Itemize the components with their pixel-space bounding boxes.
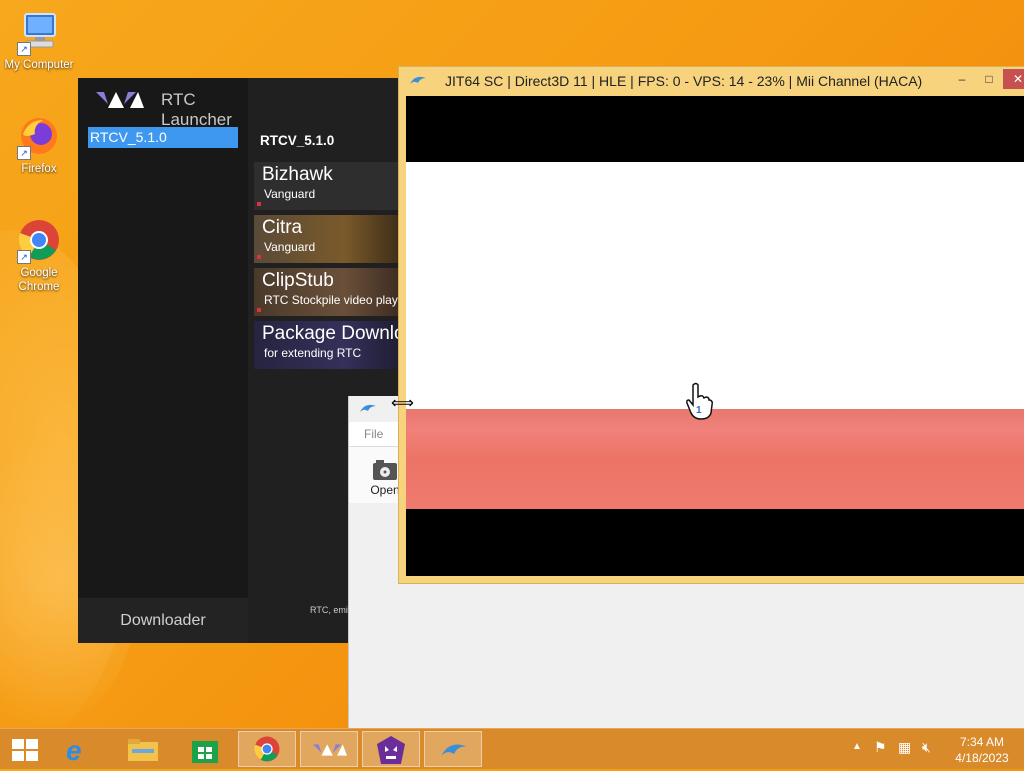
network-icon[interactable]: ▦	[898, 739, 911, 756]
system-tray: ▲ ⚑ ▦ 🔇︎	[850, 729, 945, 769]
desktop-icon-label: Firefox	[21, 163, 57, 175]
shortcut-arrow-icon: ↗	[17, 146, 31, 160]
game-screen[interactable]: 1	[406, 96, 1024, 576]
taskbar-rtc-vanguard[interactable]	[362, 731, 420, 767]
clock[interactable]: 7:34 AM 4/18/2023	[950, 734, 1014, 766]
card-subtitle: RTC Stockpile video player	[264, 293, 404, 307]
dolphin-icon	[409, 74, 427, 93]
clock-time: 7:34 AM	[959, 735, 1005, 749]
desktop-icon-google-chrome[interactable]: ↗ Google Chrome	[0, 216, 78, 294]
render-titlebar[interactable]: JIT64 SC | Direct3D 11 | HLE | FPS: 0 - …	[399, 67, 1024, 96]
card-subtitle: Vanguard	[264, 240, 316, 254]
desktop-icon-label: My Computer	[4, 59, 74, 71]
status-dot	[257, 255, 261, 259]
windows-logo-icon	[12, 739, 38, 766]
taskbar-rtc-launcher[interactable]	[300, 731, 358, 767]
card-title: Bizhawk	[262, 164, 333, 185]
card-clipstub[interactable]: ClipStub RTC Stockpile video player	[254, 268, 404, 316]
downloader-button[interactable]: Downloader	[78, 598, 248, 643]
computer-icon: ↗	[15, 8, 63, 56]
resize-cursor-icon: ⟺	[391, 395, 414, 412]
card-package-downloader[interactable]: Package Downloader for extending RTC	[254, 321, 404, 369]
footer-text: RTC, emi	[310, 605, 348, 615]
taskbar: e ▲ ⚑ ▦ 🔇︎ 7:34 AM 4/18/2023	[0, 728, 1024, 769]
svg-text:1: 1	[696, 405, 702, 416]
firefox-icon: ↗	[15, 112, 63, 160]
version-list-item[interactable]: RTCV_5.1.0	[88, 127, 238, 148]
card-bizhawk[interactable]: Bizhawk Vanguard	[254, 162, 404, 210]
speaker-muted-icon[interactable]: 🔇︎	[922, 739, 931, 756]
shortcut-arrow-icon: ↗	[17, 250, 31, 264]
flag-icon[interactable]: ⚑	[874, 739, 887, 756]
card-title: ClipStub	[262, 270, 334, 291]
screen-white-area	[406, 162, 1024, 409]
card-citra[interactable]: Citra Vanguard	[254, 215, 404, 263]
card-title: Package Downloader	[262, 323, 404, 344]
shortcut-arrow-icon: ↗	[17, 42, 31, 56]
screen-red-band	[406, 409, 1024, 509]
wii-pointer-hand-icon: 1	[684, 381, 714, 426]
version-header: RTCV_5.1.0	[260, 133, 335, 148]
dolphin-icon	[359, 402, 377, 421]
store-icon	[192, 737, 218, 768]
chrome-icon: ↗	[15, 216, 63, 264]
rtc-sidebar: RTC Launcher v32 RTCV_5.1.0 Downloader	[78, 78, 248, 643]
maximize-button[interactable]: □	[976, 69, 1002, 89]
show-hidden-icons-chevron-up-icon[interactable]: ▲	[852, 741, 862, 752]
status-dot	[257, 308, 261, 312]
dolphin-icon	[437, 740, 471, 767]
start-button[interactable]	[0, 731, 48, 767]
taskbar-store[interactable]	[176, 731, 234, 767]
internet-explorer-icon: e	[66, 735, 82, 766]
taskbar-chrome[interactable]	[238, 731, 296, 767]
card-subtitle: Vanguard	[264, 187, 316, 201]
rtc-logo-icon	[96, 90, 144, 115]
taskbar-ie[interactable]: e	[52, 731, 110, 767]
desktop-icon-label: Google Chrome	[18, 267, 60, 293]
folder-icon	[128, 739, 158, 766]
desktop-icon-my-computer[interactable]: ↗ My Computer	[0, 8, 78, 72]
minimize-button[interactable]: –	[949, 69, 975, 89]
vanguard-icon	[375, 734, 407, 771]
clock-date: 4/18/2023	[955, 751, 1009, 765]
chrome-icon	[252, 734, 282, 769]
desktop-icon-firefox[interactable]: ↗ Firefox	[0, 112, 78, 176]
taskbar-dolphin[interactable]	[424, 731, 482, 767]
card-subtitle: for extending RTC	[264, 346, 362, 360]
close-button[interactable]: ✕	[1003, 69, 1024, 89]
taskbar-file-explorer[interactable]	[114, 731, 172, 767]
rtc-logo-icon	[313, 742, 347, 763]
window-title: JIT64 SC | Direct3D 11 | HLE | FPS: 0 - …	[445, 73, 923, 89]
status-dot	[257, 202, 261, 206]
open-folder-icon	[372, 459, 398, 481]
render-window: JIT64 SC | Direct3D 11 | HLE | FPS: 0 - …	[398, 66, 1024, 584]
card-title: Citra	[262, 217, 303, 238]
